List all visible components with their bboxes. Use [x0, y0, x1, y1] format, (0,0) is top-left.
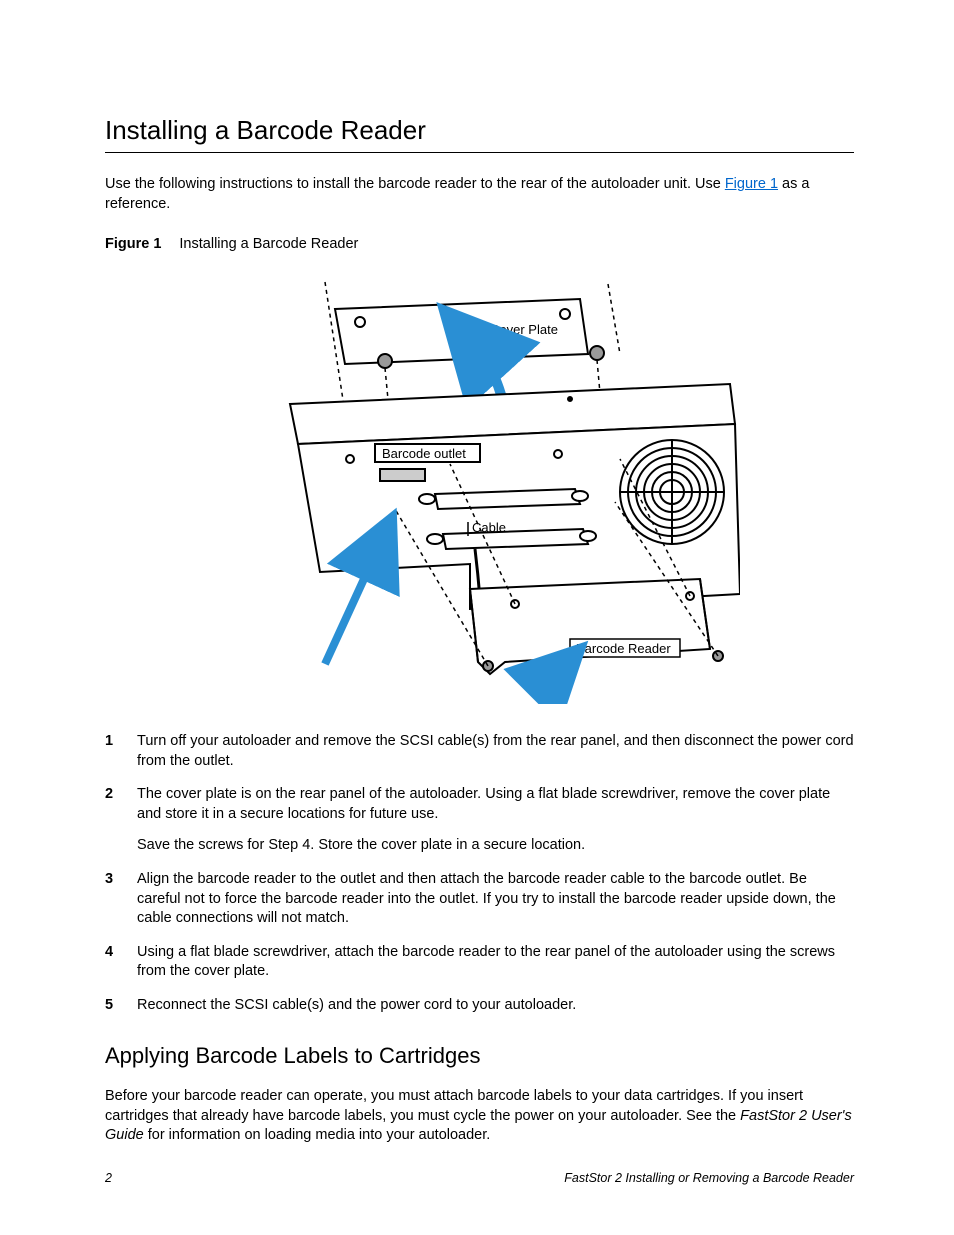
step-4: Using a flat blade screwdriver, attach t…: [105, 943, 854, 982]
intro-text-1: Use the following instructions to instal…: [105, 176, 725, 192]
body2-text-1: Before your barcode reader can operate, …: [105, 1088, 803, 1124]
barcode-outlet-label: Barcode outlet: [382, 446, 466, 461]
step-5-text: Reconnect the SCSI cable(s) and the powe…: [137, 997, 576, 1013]
subsection-heading: Applying Barcode Labels to Cartridges: [105, 1043, 854, 1069]
body2-text-2: for information on loading media into yo…: [144, 1127, 491, 1143]
step-1: Turn off your autoloader and remove the …: [105, 732, 854, 771]
footer-title: FastStor 2 Installing or Removing a Barc…: [564, 1171, 854, 1185]
step-3: Align the barcode reader to the outlet a…: [105, 870, 854, 929]
step-2-text: The cover plate is on the rear panel of …: [137, 786, 830, 822]
figure-label: Figure 1: [105, 236, 161, 252]
page-footer: 2 FastStor 2 Installing or Removing a Ba…: [105, 1171, 854, 1185]
step-2: The cover plate is on the rear panel of …: [105, 785, 854, 856]
figure-1-diagram: Cover Plate: [220, 264, 740, 704]
step-2-sub: Save the screws for Step 4. Store the co…: [137, 836, 854, 856]
subsection-body: Before your barcode reader can operate, …: [105, 1087, 854, 1146]
installation-steps: Turn off your autoloader and remove the …: [105, 732, 854, 1015]
barcode-reader-label: Barcode Reader: [576, 641, 671, 656]
section-heading: Installing a Barcode Reader: [105, 115, 854, 153]
step-3-text: Align the barcode reader to the outlet a…: [137, 871, 836, 926]
cover-plate-label: Cover Plate: [490, 322, 558, 337]
step-4-text: Using a flat blade screwdriver, attach t…: [137, 944, 835, 980]
intro-paragraph: Use the following instructions to instal…: [105, 175, 854, 214]
page-number: 2: [105, 1171, 112, 1185]
figure-caption: Figure 1 Installing a Barcode Reader: [105, 236, 854, 252]
step-5: Reconnect the SCSI cable(s) and the powe…: [105, 996, 854, 1016]
figure-1-link[interactable]: Figure 1: [725, 176, 778, 192]
figure-caption-text: Installing a Barcode Reader: [179, 236, 358, 252]
step-1-text: Turn off your autoloader and remove the …: [137, 733, 854, 769]
